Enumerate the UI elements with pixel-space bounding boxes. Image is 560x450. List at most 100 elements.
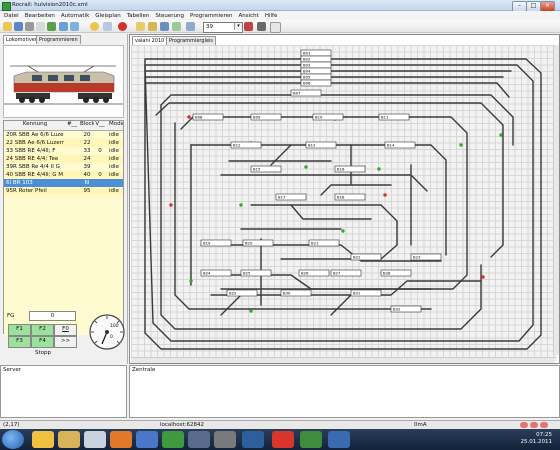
taskbar-app-icon[interactable] — [188, 431, 210, 448]
track-block[interactable]: B26 — [298, 269, 330, 277]
config-icon[interactable] — [103, 22, 112, 31]
table-row[interactable]: 20R SBB Ae 6/6 Luzern 20 idle — [4, 131, 123, 139]
fg-field[interactable]: 0 — [29, 311, 76, 321]
signal-icon[interactable] — [187, 115, 191, 119]
taskbar-app-icon[interactable] — [272, 431, 294, 448]
menu-bearbeiten[interactable]: Bearbeiten — [25, 13, 55, 19]
f2-button[interactable]: F2 — [31, 324, 54, 336]
refresh-icon[interactable] — [59, 22, 68, 31]
taskbar-app-icon[interactable] — [162, 431, 184, 448]
menu-gleisplan[interactable]: Gleisplan — [95, 13, 120, 19]
track-block[interactable]: B28 — [380, 269, 412, 277]
signal-icon[interactable] — [481, 275, 485, 279]
menu-tabellen[interactable]: Tabellen — [127, 13, 150, 19]
menu-programmieren[interactable]: Programmieren — [190, 13, 233, 19]
plan-vertical-scrollbar[interactable] — [553, 45, 559, 355]
track-block[interactable]: B27 — [330, 269, 362, 277]
track-block[interactable]: B07 — [290, 89, 322, 97]
tab-valani-2010[interactable]: valani 2010 — [132, 36, 168, 45]
start-button[interactable] — [2, 430, 24, 449]
route-icon[interactable] — [186, 22, 195, 31]
f1-button[interactable]: F1 — [8, 324, 31, 336]
track-block[interactable]: B09 — [250, 113, 282, 121]
taskbar-app-icon[interactable] — [136, 431, 158, 448]
track-block[interactable]: B04 — [300, 67, 332, 75]
table-row[interactable]: 22 SBB Ae 6/6 Luzern 22 idle — [4, 139, 123, 147]
col-number[interactable]: #__ — [66, 121, 78, 127]
taskbar-app-icon[interactable] — [214, 431, 236, 448]
track-block[interactable]: B14 — [384, 141, 416, 149]
track-block[interactable]: B15 — [250, 165, 282, 173]
table-row[interactable]: 95R Roter Pfeil 95 idle — [4, 187, 123, 195]
track-block[interactable]: B18 — [334, 193, 366, 201]
col-mode[interactable]: Mode — [109, 121, 123, 127]
menu-hilfe[interactable]: Hilfe — [265, 13, 278, 19]
signal-icon[interactable] — [459, 143, 463, 147]
clock[interactable]: 07:25 25.01.2011 — [521, 432, 553, 446]
menu-ansicht[interactable]: Ansicht — [239, 13, 259, 19]
col-block[interactable]: Block — [80, 121, 94, 127]
zoom-in-icon[interactable] — [244, 22, 253, 31]
col-kennung[interactable]: Kennung — [6, 121, 64, 127]
col-v[interactable]: V__ — [95, 121, 105, 127]
track-block[interactable]: B03 — [300, 61, 332, 69]
track-block[interactable]: B22 — [350, 253, 382, 261]
track-block[interactable]: B31 — [350, 289, 382, 297]
track-block[interactable]: B11 — [378, 113, 410, 121]
signal-icon[interactable] — [499, 133, 503, 137]
table-row[interactable]: 6I BR 103 6I — [4, 179, 123, 187]
track-block[interactable]: B25 — [240, 269, 272, 277]
taskbar-app-icon[interactable] — [32, 431, 54, 448]
track-block[interactable]: B23 — [410, 253, 442, 261]
track-block[interactable]: B30 — [280, 289, 312, 297]
chevron-down-icon[interactable]: ▾ — [234, 23, 242, 30]
signal-icon[interactable] — [249, 309, 253, 313]
forward-button[interactable]: >> — [54, 336, 77, 348]
track-block[interactable]: B08 — [192, 113, 224, 121]
f0-button[interactable]: F0 — [54, 324, 77, 336]
signal-icon[interactable] — [239, 203, 243, 207]
tab-programmiergleis[interactable]: Programmiergleis — [166, 36, 217, 45]
track-block[interactable]: B20 — [242, 239, 274, 247]
track-block[interactable]: B01 — [300, 49, 332, 57]
lamp-icon[interactable] — [90, 22, 99, 31]
track-block[interactable]: B24 — [200, 269, 232, 277]
stop-icon[interactable] — [118, 22, 127, 31]
signal-icon[interactable] — [377, 167, 381, 171]
track-block[interactable]: B29 — [226, 289, 258, 297]
taskbar-app-icon[interactable] — [328, 431, 350, 448]
signal-icon[interactable] — [304, 165, 308, 169]
track-plan-drawing[interactable]: B01B02B03B04B05B06B07 B08 B09 B10 B11 B12 B13 B… — [131, 45, 557, 361]
print-icon[interactable] — [257, 22, 266, 31]
taskbar-excel-icon[interactable] — [300, 431, 322, 448]
zoom-select[interactable]: 39 ▾ — [203, 22, 243, 33]
grid-icon[interactable] — [172, 22, 181, 31]
track-block[interactable]: B06 — [300, 79, 332, 87]
signal-icon[interactable] — [383, 193, 387, 197]
menu-datei[interactable]: Datei — [4, 13, 19, 19]
file-icon[interactable] — [36, 22, 45, 31]
signal-icon[interactable] — [189, 279, 193, 283]
import-icon[interactable] — [25, 22, 34, 31]
table-row[interactable]: 39R SBB Re 4/4 II G 39 idle — [4, 163, 123, 171]
table-row[interactable]: 33 SBB RE 4/4II; F 33 0 idle — [4, 147, 123, 155]
taskbar-app-icon[interactable] — [84, 431, 106, 448]
speed-gauge[interactable]: 100 0 — [88, 313, 126, 351]
track-block[interactable]: B02 — [300, 55, 332, 63]
save-icon[interactable] — [14, 22, 23, 31]
taskbar-folder-icon[interactable] — [58, 431, 80, 448]
tab-programmieren[interactable]: Programmieren — [36, 35, 81, 44]
signal-icon[interactable] — [169, 203, 173, 207]
power-icon[interactable] — [47, 22, 56, 31]
track-block[interactable]: B17 — [275, 193, 307, 201]
track-block[interactable]: B13 — [305, 141, 337, 149]
stop-button[interactable]: Stopp — [8, 349, 78, 358]
taskbar-firefox-icon[interactable] — [110, 431, 132, 448]
table-row[interactable]: 40 SBB RE 4/4II; G M 40 0 idle — [4, 171, 123, 179]
track-block[interactable]: B32 — [390, 305, 422, 313]
track-block[interactable]: B19 — [200, 239, 232, 247]
f3-button[interactable]: F3 — [8, 336, 31, 348]
signal-icon[interactable] — [341, 229, 345, 233]
book-icon[interactable] — [270, 22, 281, 33]
track-block[interactable]: B21 — [308, 239, 340, 247]
